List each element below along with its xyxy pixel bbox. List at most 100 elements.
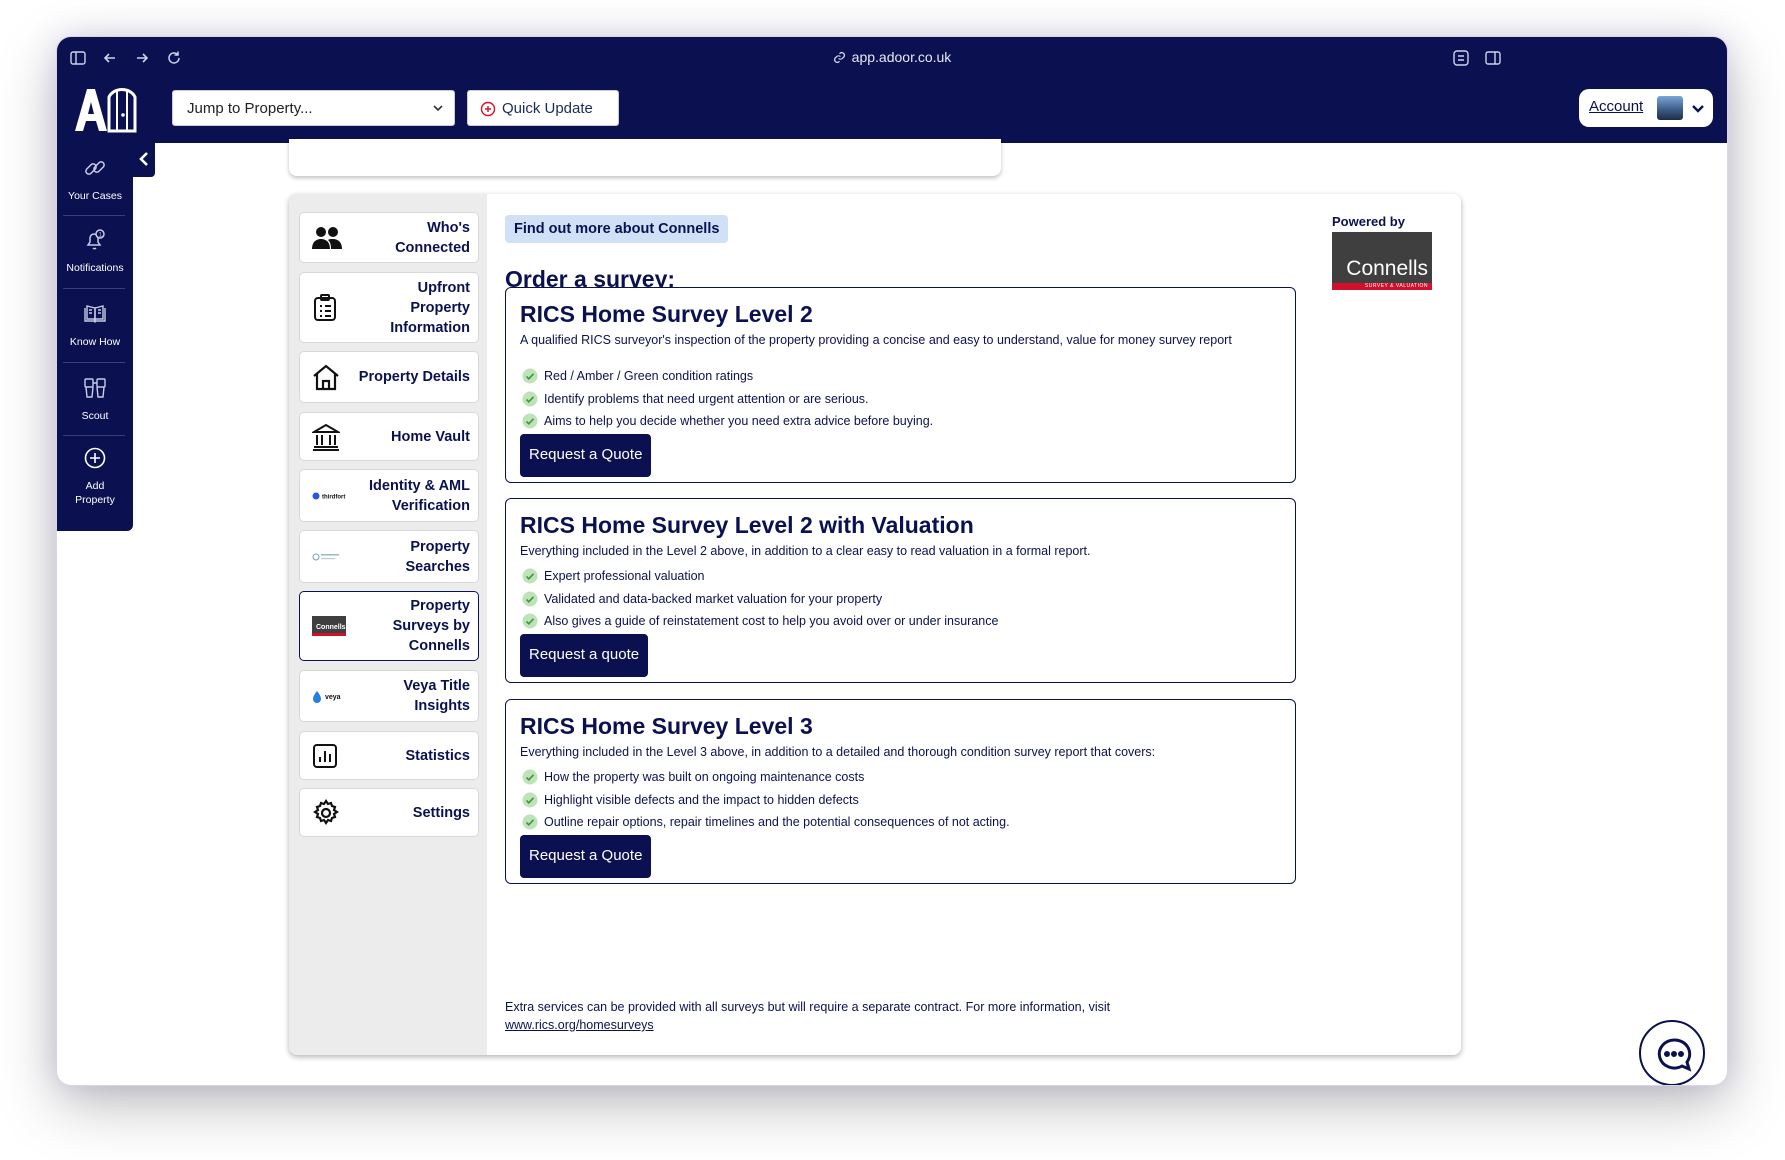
gear-icon — [313, 798, 339, 825]
list-item: Identify problems that need urgent atten… — [522, 388, 933, 411]
account-menu[interactable]: Account — [1579, 89, 1713, 127]
link-icon — [833, 51, 845, 64]
tab-whos-connected-label: Who's Connected — [395, 219, 470, 256]
survey-feature-list: Red / Amber / Green condition ratings Id… — [522, 365, 933, 433]
check-circle-icon — [522, 568, 538, 584]
clipboard-icon — [314, 293, 336, 321]
list-item: Highlight visible defects and the impact… — [522, 789, 1010, 812]
app-chrome: app.adoor.co.uk Jump to Property... Quic… — [57, 37, 1727, 143]
feature-text: Aims to help you decide whether you need… — [544, 414, 934, 429]
rics-link[interactable]: www.rics.org/homesurveys — [505, 1018, 654, 1032]
house-icon — [313, 364, 339, 391]
nav-scout-label: Scout — [81, 410, 109, 422]
check-circle-icon — [522, 591, 538, 607]
nav-scout[interactable]: Scout — [57, 375, 133, 423]
check-circle-icon — [522, 368, 538, 384]
chevron-down-icon — [433, 105, 443, 112]
searches-logo — [312, 553, 339, 560]
tab-identity-aml-verification[interactable]: thirdfort Identity & AML Verification — [299, 469, 479, 522]
feature-text: Highlight visible defects and the impact… — [544, 792, 859, 807]
survey-description: A qualified RICS surveyor's inspection o… — [520, 333, 1232, 347]
property-summary-card — [289, 139, 1001, 176]
list-item: Red / Amber / Green condition ratings — [522, 365, 933, 388]
nav-add-property-label: Add Property — [75, 480, 115, 506]
nav-know-how[interactable]: Know How — [57, 301, 133, 349]
svg-text:thirdfort: thirdfort — [322, 494, 345, 500]
connells-logo-tagline: SURVEY & VALUATION — [1364, 283, 1428, 289]
tab-statistics-label: Statistics — [405, 747, 470, 764]
extra-services-text: Extra services can be provided with all … — [505, 1000, 1111, 1014]
tab-settings[interactable]: Settings — [299, 788, 479, 837]
side-navigation: Your Cases 1 Notifications Know How Scou… — [57, 143, 133, 531]
svg-text:Connells: Connells — [316, 624, 346, 631]
book-icon — [84, 305, 106, 323]
tab-property-surveys-by-connells-label: Property Surveys by Connells — [392, 598, 470, 654]
list-item: Also gives a guide of reinstatement cost… — [522, 610, 998, 633]
bell-icon: 1 — [86, 229, 105, 250]
people-icon — [312, 226, 342, 249]
bank-icon — [312, 423, 340, 451]
tab-home-vault[interactable]: Home Vault — [299, 412, 479, 461]
tab-property-searches-label: Property Searches — [405, 538, 471, 575]
browser-window: app.adoor.co.uk Jump to Property... Quic… — [57, 37, 1727, 1085]
find-out-more-button[interactable]: Find out more about Connells — [505, 215, 729, 243]
chat-button[interactable] — [1639, 1020, 1705, 1085]
connells-survey-content: Find out more about Connells Order a sur… — [487, 194, 1461, 1055]
nav-your-cases-label: Your Cases — [68, 190, 122, 202]
tab-upfront-property-information[interactable]: Upfront Property Information — [299, 272, 479, 343]
tab-property-searches[interactable]: Property Searches — [299, 530, 479, 583]
chevron-down-icon — [1692, 105, 1704, 113]
feature-text: Expert professional valuation — [544, 569, 705, 584]
connells-logo-strip: SURVEY & VALUATION — [1332, 283, 1432, 290]
tab-property-details-label: Property Details — [358, 369, 470, 385]
check-circle-icon — [522, 814, 538, 830]
nav-divider — [63, 435, 125, 436]
quick-update-button[interactable]: Quick Update — [467, 90, 619, 126]
chart-icon — [313, 743, 337, 768]
list-item: Outline repair options, repair timelines… — [522, 811, 1010, 834]
jump-to-property-select[interactable]: Jump to Property... — [172, 90, 455, 126]
tab-statistics[interactable]: Statistics — [299, 731, 479, 780]
feature-text: Validated and data-backed market valuati… — [544, 591, 883, 606]
feature-text: Outline repair options, repair timelines… — [544, 815, 1010, 830]
survey-title: RICS Home Survey Level 2 with Valuation — [520, 512, 974, 538]
list-item: How the property was built on ongoing ma… — [522, 766, 1010, 789]
tab-whos-connected[interactable]: Who's Connected — [299, 212, 479, 263]
survey-title: RICS Home Survey Level 3 — [520, 713, 813, 739]
request-quote-button[interactable]: Request a Quote — [520, 835, 652, 878]
nav-notifications[interactable]: 1 Notifications — [57, 227, 133, 275]
collapse-sidebar-button[interactable] — [133, 143, 155, 177]
request-quote-button[interactable]: Request a quote — [520, 634, 649, 677]
adoor-logo[interactable] — [71, 85, 137, 133]
list-item: Aims to help you decide whether you need… — [522, 410, 933, 433]
thirdfort-logo: thirdfort — [312, 492, 345, 500]
survey-card-level-2: RICS Home Survey Level 2 A qualified RIC… — [505, 287, 1296, 483]
nav-divider — [63, 288, 125, 289]
tab-property-surveys-by-connells[interactable]: Connells Property Surveys by Connells — [299, 591, 479, 661]
feature-text: Also gives a guide of reinstatement cost… — [544, 614, 999, 629]
nav-add-property[interactable]: Add Property — [57, 445, 133, 507]
tab-home-vault-label: Home Vault — [391, 428, 470, 445]
account-label: Account — [1589, 98, 1644, 115]
check-circle-icon — [522, 413, 538, 429]
quick-update-label: Quick Update — [502, 100, 593, 117]
request-quote-button[interactable]: Request a Quote — [520, 434, 652, 477]
nav-your-cases[interactable]: Your Cases — [57, 155, 133, 203]
list-item: Validated and data-backed market valuati… — [522, 588, 998, 611]
survey-card-level-3: RICS Home Survey Level 3 Everything incl… — [505, 699, 1296, 884]
survey-feature-list: How the property was built on ongoing ma… — [522, 766, 1010, 834]
tab-veya-title-insights-label: Veya Title Insights — [403, 678, 470, 714]
jump-to-property-placeholder: Jump to Property... — [187, 100, 313, 117]
link-icon — [85, 161, 105, 175]
veya-logo: veya — [313, 691, 341, 703]
property-panel: Who's Connected Upfront Property Informa… — [289, 194, 1461, 1055]
survey-title: RICS Home Survey Level 2 — [520, 301, 813, 327]
nav-divider — [63, 215, 125, 216]
translate-icon[interactable] — [1452, 49, 1470, 67]
feature-text: How the property was built on ongoing ma… — [544, 770, 865, 785]
split-view-icon[interactable] — [1484, 49, 1502, 67]
survey-description: Everything included in the Level 2 above… — [520, 544, 1091, 558]
address-bar[interactable]: app.adoor.co.uk — [57, 49, 1727, 65]
tab-veya-title-insights[interactable]: veya Veya Title Insights — [299, 670, 479, 722]
tab-property-details[interactable]: Property Details — [299, 351, 479, 403]
